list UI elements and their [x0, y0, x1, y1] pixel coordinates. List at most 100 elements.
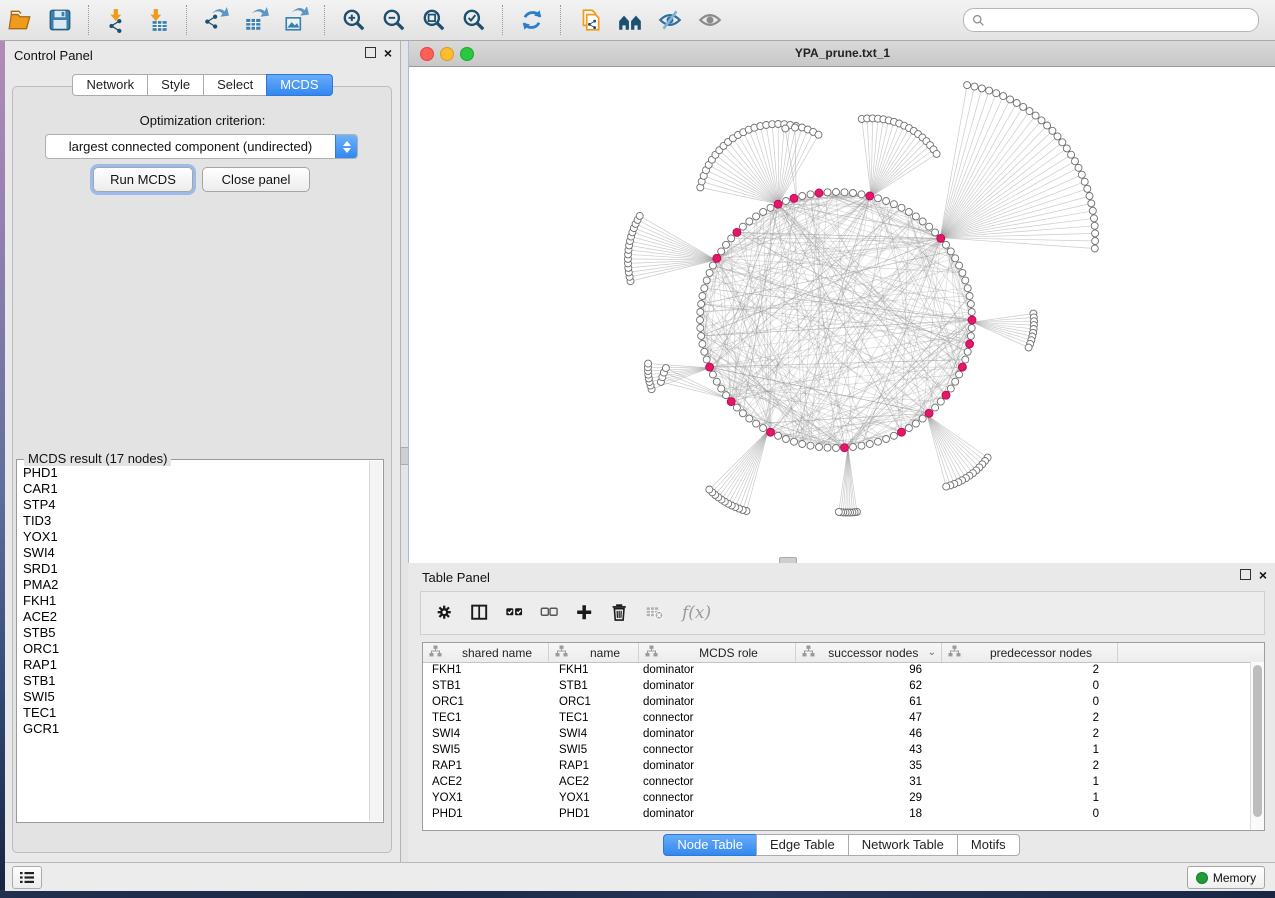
window-close-button[interactable]	[420, 47, 434, 61]
table-row[interactable]: STB1STB1dominator620	[423, 678, 1251, 694]
mcds-result-item[interactable]: STB5	[23, 625, 370, 641]
search-network-icon[interactable]	[615, 5, 645, 35]
mcds-list-scrollbar[interactable]	[369, 461, 382, 821]
mcds-result-item[interactable]: PMA2	[23, 577, 370, 593]
mcds-result-item[interactable]: TEC1	[23, 705, 370, 721]
network-window-titlebar[interactable]: YPA_prune.txt_1	[409, 41, 1275, 67]
tab-network-table[interactable]: Network Table	[848, 834, 958, 856]
table-row[interactable]: ORC1ORC1dominator610	[423, 694, 1251, 710]
delete-row-icon[interactable]	[610, 603, 631, 624]
criterion-dropdown[interactable]: largest connected component (undirected)	[45, 134, 358, 159]
select-all-icon[interactable]	[505, 603, 526, 624]
close-panel-icon[interactable]: ×	[384, 48, 392, 58]
zoom-selected-icon[interactable]	[459, 5, 489, 35]
tab-motifs[interactable]: Motifs	[957, 834, 1020, 856]
mcds-result-item[interactable]: STB1	[23, 673, 370, 689]
table-row[interactable]: TEC1TEC1connector472	[423, 710, 1251, 726]
table-cell: SWI5	[423, 742, 548, 758]
memory-label: Memory	[1213, 871, 1256, 885]
table-cell: 18	[793, 806, 938, 822]
node-table-body[interactable]: FKH1FKH1dominator962STB1STB1dominator620…	[423, 662, 1251, 830]
table-row[interactable]: PHD1PHD1dominator180	[423, 806, 1251, 822]
mcds-result-item[interactable]: RAP1	[23, 657, 370, 673]
memory-button[interactable]: Memory	[1187, 866, 1265, 889]
refresh-icon[interactable]	[517, 5, 547, 35]
deselect-all-icon[interactable]	[540, 603, 561, 624]
import-network-icon[interactable]	[103, 5, 133, 35]
mcds-result-item[interactable]: SWI5	[23, 689, 370, 705]
node-table-header[interactable]: shared namenameMCDS rolesuccessor nodes⌄…	[423, 643, 1264, 663]
list-icon	[19, 871, 35, 884]
network-graph[interactable]	[409, 67, 1275, 563]
mcds-result-item[interactable]: ACE2	[23, 609, 370, 625]
hide-selected-icon[interactable]	[655, 5, 685, 35]
table-row[interactable]: ACE2ACE2connector311	[423, 774, 1251, 790]
zoom-fit-icon[interactable]	[419, 5, 449, 35]
toolbar-separator	[186, 5, 188, 35]
show-columns-icon[interactable]	[470, 603, 491, 624]
float-panel-icon[interactable]	[365, 47, 376, 58]
tab-network[interactable]: Network	[72, 74, 148, 96]
tab-mcds[interactable]: MCDS	[266, 74, 332, 96]
add-row-icon[interactable]	[575, 603, 596, 624]
table-cell: 1	[938, 742, 1113, 758]
tab-select[interactable]: Select	[203, 74, 267, 96]
open-file-icon[interactable]	[5, 5, 35, 35]
save-session-icon[interactable]	[45, 5, 75, 35]
search-input[interactable]	[990, 12, 1250, 28]
mcds-result-item[interactable]: YOX1	[23, 529, 370, 545]
column-header-name[interactable]: name	[549, 643, 639, 662]
mcds-result-item[interactable]: SWI4	[23, 545, 370, 561]
show-all-icon[interactable]	[695, 5, 725, 35]
table-row[interactable]: RAP1RAP1dominator352	[423, 758, 1251, 774]
window-minimize-button[interactable]	[440, 47, 454, 61]
table-row[interactable]: YOX1YOX1connector291	[423, 790, 1251, 806]
column-header-shared-name[interactable]: shared name	[423, 643, 549, 662]
column-header-predecessor-nodes[interactable]: predecessor nodes	[942, 643, 1118, 662]
close-panel-button[interactable]: Close panel	[202, 167, 310, 192]
table-cell: dominator	[637, 758, 793, 774]
table-scrollbar-thumb[interactable]	[1253, 665, 1262, 817]
mcds-result-item[interactable]: FKH1	[23, 593, 370, 609]
export-table-icon[interactable]	[241, 5, 271, 35]
main-toolbar	[0, 0, 1275, 41]
mcds-result-item[interactable]: CAR1	[23, 481, 370, 497]
control-panel: Control Panel × NetworkStyleSelectMCDS O…	[5, 41, 400, 862]
mcds-result-item[interactable]: STP4	[23, 497, 370, 513]
clone-network-icon[interactable]	[575, 5, 605, 35]
float-table-panel-icon[interactable]	[1240, 569, 1251, 580]
column-header-MCDS-role[interactable]: MCDS role	[639, 643, 796, 662]
export-image-icon[interactable]	[281, 5, 311, 35]
table-row[interactable]: FKH1FKH1dominator962	[423, 662, 1251, 678]
mcds-result-item[interactable]: PHD1	[23, 465, 370, 481]
zoom-in-icon[interactable]	[339, 5, 369, 35]
toolbar-separator	[502, 5, 504, 35]
close-table-panel-icon[interactable]: ×	[1259, 570, 1267, 580]
search-icon	[972, 14, 985, 27]
table-settings-icon[interactable]	[435, 603, 456, 624]
mcds-result-title: MCDS result (17 nodes)	[24, 451, 171, 466]
column-header-successor-nodes[interactable]: successor nodes⌄	[796, 643, 942, 662]
task-history-button[interactable]	[12, 866, 42, 889]
network-canvas[interactable]	[409, 67, 1275, 563]
table-row[interactable]: SWI5SWI5connector431	[423, 742, 1251, 758]
run-mcds-button[interactable]: Run MCDS	[93, 167, 193, 192]
mcds-result-item[interactable]: TID3	[23, 513, 370, 529]
export-network-icon[interactable]	[201, 5, 231, 35]
table-scrollbar[interactable]	[1250, 662, 1264, 830]
function-builder-icon: f(x)	[682, 603, 711, 623]
zoom-out-icon[interactable]	[379, 5, 409, 35]
toolbar-separator	[560, 5, 562, 35]
mcds-result-item[interactable]: SRD1	[23, 561, 370, 577]
tab-edge-table[interactable]: Edge Table	[756, 834, 849, 856]
window-zoom-button[interactable]	[460, 47, 474, 61]
table-cell: PHD1	[423, 806, 548, 822]
mcds-result-item[interactable]: ORC1	[23, 641, 370, 657]
table-row[interactable]: SWI4SWI4dominator462	[423, 726, 1251, 742]
tab-node-table[interactable]: Node Table	[663, 834, 757, 856]
tab-style[interactable]: Style	[147, 74, 204, 96]
mcds-result-list[interactable]: PHD1CAR1STP4TID3YOX1SWI4SRD1PMA2FKH1ACE2…	[18, 465, 370, 821]
toolbar-search[interactable]	[963, 8, 1259, 32]
mcds-result-item[interactable]: GCR1	[23, 721, 370, 737]
import-table-icon[interactable]	[143, 5, 173, 35]
